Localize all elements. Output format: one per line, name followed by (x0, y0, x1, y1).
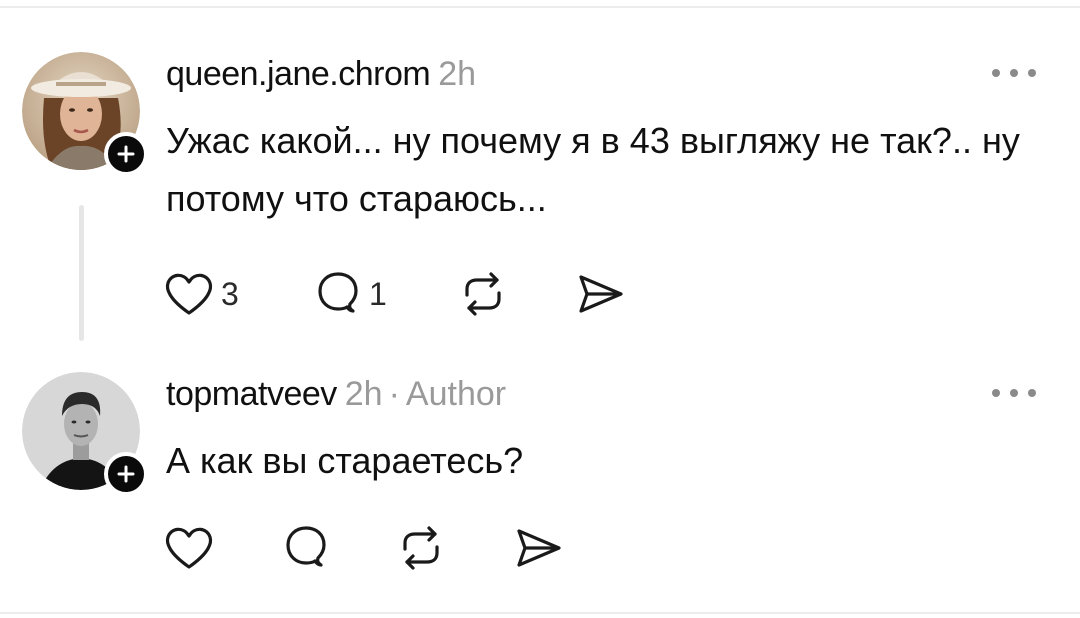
plus-icon (117, 145, 135, 163)
username[interactable]: topmatveev (166, 375, 337, 413)
comment-bubble-icon (286, 526, 326, 567)
comment-bubble-icon (318, 272, 358, 313)
reply-button[interactable] (281, 520, 331, 576)
timestamp: 2h (438, 55, 477, 93)
more-dot (1028, 69, 1036, 77)
repost-icon (403, 526, 439, 570)
send-icon (517, 529, 561, 567)
reply-post-topmatveev: topmatveev 2h · Author А как вы стараетесь? (0, 350, 1080, 612)
username[interactable]: queen.jane.chrom (166, 55, 431, 93)
follow-button[interactable] (104, 452, 148, 496)
share-button[interactable] (513, 520, 563, 576)
more-options-button[interactable] (992, 66, 1036, 80)
more-dot (1010, 389, 1018, 397)
post-text: А как вы стараетесь? (166, 440, 524, 481)
send-icon (579, 275, 623, 313)
more-dots-icon (992, 69, 1000, 77)
plus-icon (117, 465, 135, 483)
like-button[interactable]: 3 (163, 266, 239, 322)
thread-line (79, 205, 84, 341)
like-count: 3 (221, 276, 239, 312)
more-dot (1028, 389, 1036, 397)
heart-icon (165, 527, 213, 569)
timestamp: 2h (344, 375, 383, 413)
reply-count: 1 (369, 276, 387, 312)
post-text: Ужас какой... ну почему я в 43 выгляжу н… (166, 120, 1020, 219)
bottom-divider (0, 612, 1080, 614)
more-dot (1010, 69, 1018, 77)
share-button[interactable] (575, 266, 625, 322)
repost-button[interactable] (459, 266, 507, 322)
heart-icon (165, 273, 213, 315)
like-button[interactable] (163, 520, 215, 576)
avatar-queen-jane[interactable] (22, 52, 148, 176)
post-header: queen.jane.chrom 2h (166, 54, 476, 94)
author-label: Author (405, 375, 507, 413)
avatar-topmatveev[interactable] (22, 372, 148, 496)
follow-button[interactable] (104, 132, 148, 176)
repost-button[interactable] (397, 520, 445, 576)
more-dots-icon (992, 389, 1000, 397)
post-header: topmatveev 2h · Author (166, 374, 506, 414)
more-options-button[interactable] (992, 386, 1036, 400)
repost-icon (465, 272, 501, 316)
reply-post-queen-jane: queen.jane.chrom 2h Ужас какой... ну поче… (0, 0, 1080, 350)
reply-button[interactable]: 1 (313, 266, 387, 322)
separator-dot: · (388, 375, 400, 413)
